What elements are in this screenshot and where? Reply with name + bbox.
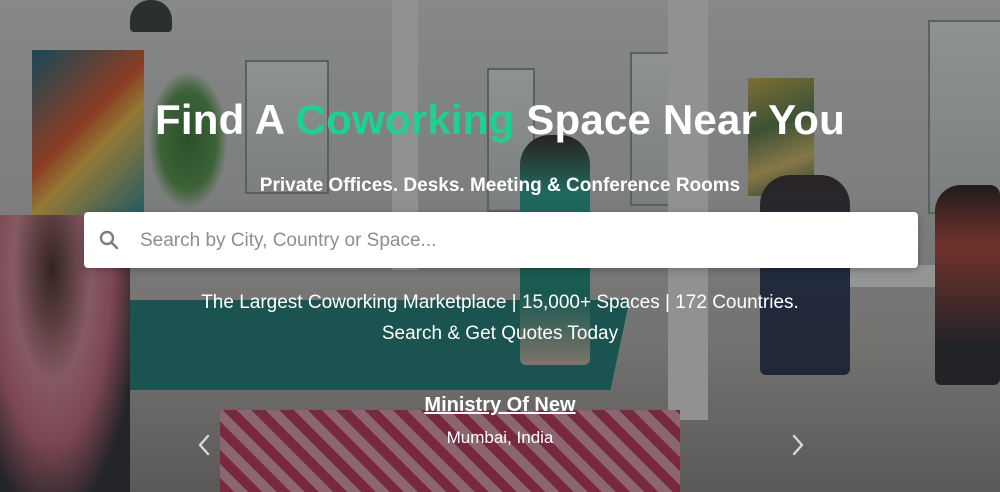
hero-title-suffix: Space Near You (514, 96, 845, 143)
search-bar (84, 212, 918, 268)
hero-content: Find A Coworking Space Near You Private … (0, 0, 1000, 492)
featured-space-location: Mumbai, India (446, 428, 554, 447)
hero-title-accent: Coworking (295, 96, 515, 143)
tagline: The Largest Coworking Marketplace | 15,0… (0, 287, 1000, 349)
featured-space-link[interactable]: Ministry Of New (424, 394, 575, 416)
chevron-right-icon[interactable] (788, 432, 808, 458)
hero-subtitle: Private Offices. Desks. Meeting & Confer… (259, 175, 741, 196)
search-icon[interactable] (98, 229, 120, 251)
tagline-line-1: The Largest Coworking Marketplace | 15,0… (201, 292, 799, 313)
hero-title: Find A Coworking Space Near You (0, 96, 1000, 144)
tagline-line-2: Search & Get Quotes Today (381, 323, 619, 344)
hero-title-prefix: Find A (155, 96, 296, 143)
search-input[interactable] (138, 222, 902, 260)
featured-space-name: Ministry Of New (0, 394, 1000, 417)
chevron-left-icon[interactable] (194, 432, 214, 458)
